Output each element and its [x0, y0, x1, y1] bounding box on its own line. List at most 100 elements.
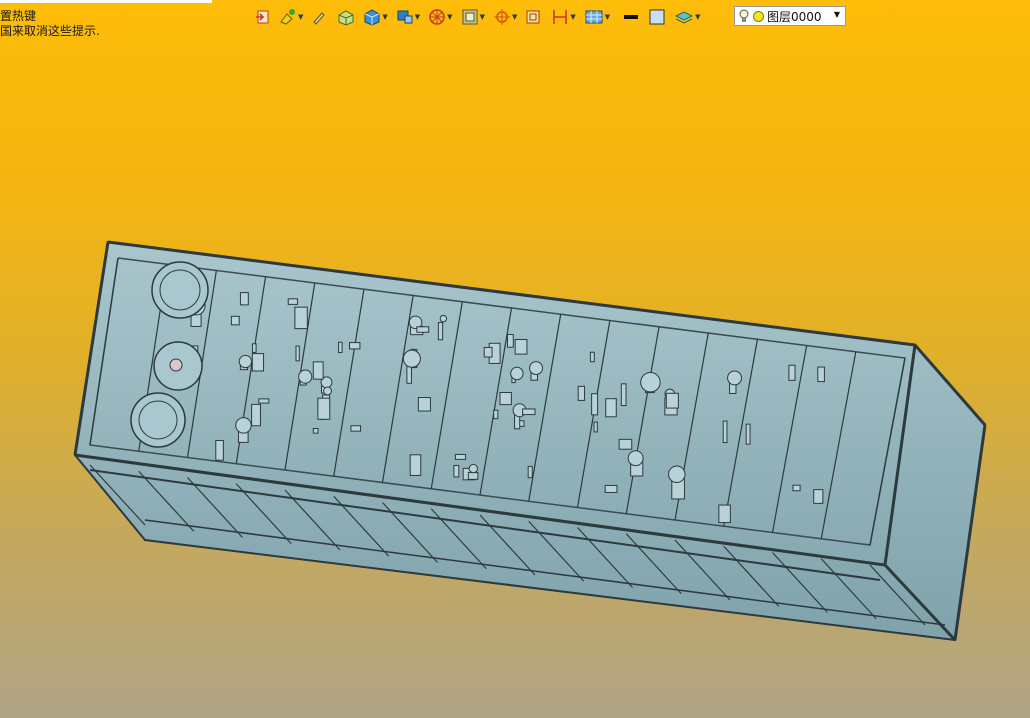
pipe-part	[350, 425, 362, 432]
frame-icon	[526, 10, 540, 24]
chevron-down-icon[interactable]: ▼	[695, 13, 700, 21]
valve-part	[402, 349, 421, 368]
line-color-icon	[624, 15, 639, 19]
pipe-part	[467, 472, 479, 480]
pipe-part	[604, 484, 618, 493]
chevron-down-icon[interactable]: ▼	[480, 13, 485, 21]
cube-dropdown-icon	[397, 10, 413, 24]
pipe-part	[620, 383, 627, 407]
chevron-down-icon[interactable]: ▼	[512, 13, 517, 21]
cube-blue-icon	[364, 9, 380, 26]
pipe-part	[294, 306, 308, 330]
pipe-part	[589, 351, 595, 363]
pipe-part	[514, 338, 528, 355]
pipe-part	[338, 341, 343, 354]
cube-dropdown-button[interactable]: ▼	[395, 6, 427, 28]
frame-button[interactable]	[524, 6, 542, 28]
valve-part	[727, 370, 743, 386]
valve-part	[235, 417, 252, 434]
paint-button[interactable]: ▼	[278, 6, 310, 28]
pipe-part	[295, 345, 300, 362]
pipe-part	[251, 403, 261, 427]
layer-stack-icon	[675, 11, 694, 24]
pen-icon	[313, 12, 326, 25]
pipe-part	[577, 385, 586, 401]
pipe-part	[453, 464, 460, 478]
pipe-part	[454, 453, 467, 460]
snap-button[interactable]: ▼	[492, 6, 524, 28]
grid-button[interactable]: ▼	[583, 6, 617, 28]
bulb-icon[interactable]	[739, 9, 749, 23]
chevron-down-icon[interactable]: ▼	[382, 13, 387, 21]
grid-icon	[585, 10, 603, 24]
valve-part	[640, 371, 661, 393]
valve-part	[529, 361, 543, 376]
dimension-button[interactable]: ▼	[550, 6, 582, 28]
pen-button[interactable]	[310, 6, 328, 28]
valve-part	[627, 450, 644, 467]
pipe-part	[239, 292, 249, 306]
pipe-part	[349, 342, 361, 350]
wheel-button[interactable]: ▼	[427, 6, 459, 28]
valve-part	[468, 463, 478, 474]
pipe-part	[522, 408, 536, 416]
pipe-part	[813, 489, 824, 504]
model-viewport[interactable]	[0, 0, 1030, 718]
cube-blue-button[interactable]: ▼	[362, 6, 394, 28]
pipe-part	[251, 353, 265, 372]
layer-color-dot[interactable]	[753, 10, 764, 22]
pipe-part	[493, 409, 499, 420]
pipe-part	[718, 504, 731, 524]
fill-color-icon	[649, 9, 665, 25]
paint-icon	[280, 9, 295, 25]
fill-color-button[interactable]	[647, 6, 667, 28]
valve-part	[668, 465, 686, 484]
chevron-down-icon[interactable]: ▼	[415, 13, 420, 21]
layer-stack-button[interactable]: ▼	[673, 6, 707, 28]
display-mode-button[interactable]: ▼	[460, 6, 492, 28]
pipe-part	[788, 364, 796, 381]
pipe-part	[792, 484, 801, 492]
pipe-part	[312, 427, 319, 434]
valve-part	[298, 369, 313, 384]
pipe-part	[593, 421, 598, 433]
pipe-part	[506, 333, 514, 348]
chevron-down-icon[interactable]: ▼	[570, 13, 575, 21]
chevron-down-icon[interactable]: ▼	[298, 13, 303, 21]
exit-icon	[256, 10, 269, 24]
dimension-icon	[553, 10, 568, 24]
layer-name: 图层0000	[767, 9, 822, 24]
pipe-part	[483, 346, 493, 358]
chevron-down-icon[interactable]: ▼	[605, 13, 610, 21]
valve-part	[323, 386, 333, 396]
pipe-part	[605, 398, 617, 418]
snap-icon	[493, 9, 510, 25]
cube-yellow-icon	[338, 10, 354, 26]
pipe-part	[258, 398, 270, 404]
pipe-part	[417, 397, 431, 412]
pipe-part	[230, 315, 240, 326]
main-toolbar: ▼ ▼ ▼ ▼ ▼ ▼ ▼ ▼ ▼	[254, 5, 708, 29]
pipe-part	[817, 366, 825, 383]
pipe-part	[665, 392, 679, 409]
line-color-button[interactable]	[621, 6, 641, 28]
pipe-part	[722, 420, 728, 444]
exit-button[interactable]	[254, 6, 272, 28]
wheel-icon	[429, 9, 445, 25]
pipe-part	[215, 439, 224, 461]
chevron-down-icon[interactable]: ▼	[834, 10, 840, 19]
pipe-part	[252, 343, 257, 353]
pipe-part	[591, 393, 599, 416]
pipe-part	[409, 454, 422, 476]
pipe-part	[745, 423, 751, 445]
pipe-part	[618, 438, 633, 450]
chevron-down-icon[interactable]: ▼	[447, 13, 452, 21]
valve-part	[439, 314, 448, 323]
pipe-part	[312, 361, 324, 380]
pipe-part	[527, 465, 533, 479]
pipe-part	[317, 397, 331, 420]
cube-yellow-button[interactable]	[336, 6, 356, 28]
pipe-part	[416, 326, 430, 333]
display-mode-icon	[462, 9, 478, 25]
layer-select[interactable]: 图层0000 ▼	[734, 6, 846, 26]
